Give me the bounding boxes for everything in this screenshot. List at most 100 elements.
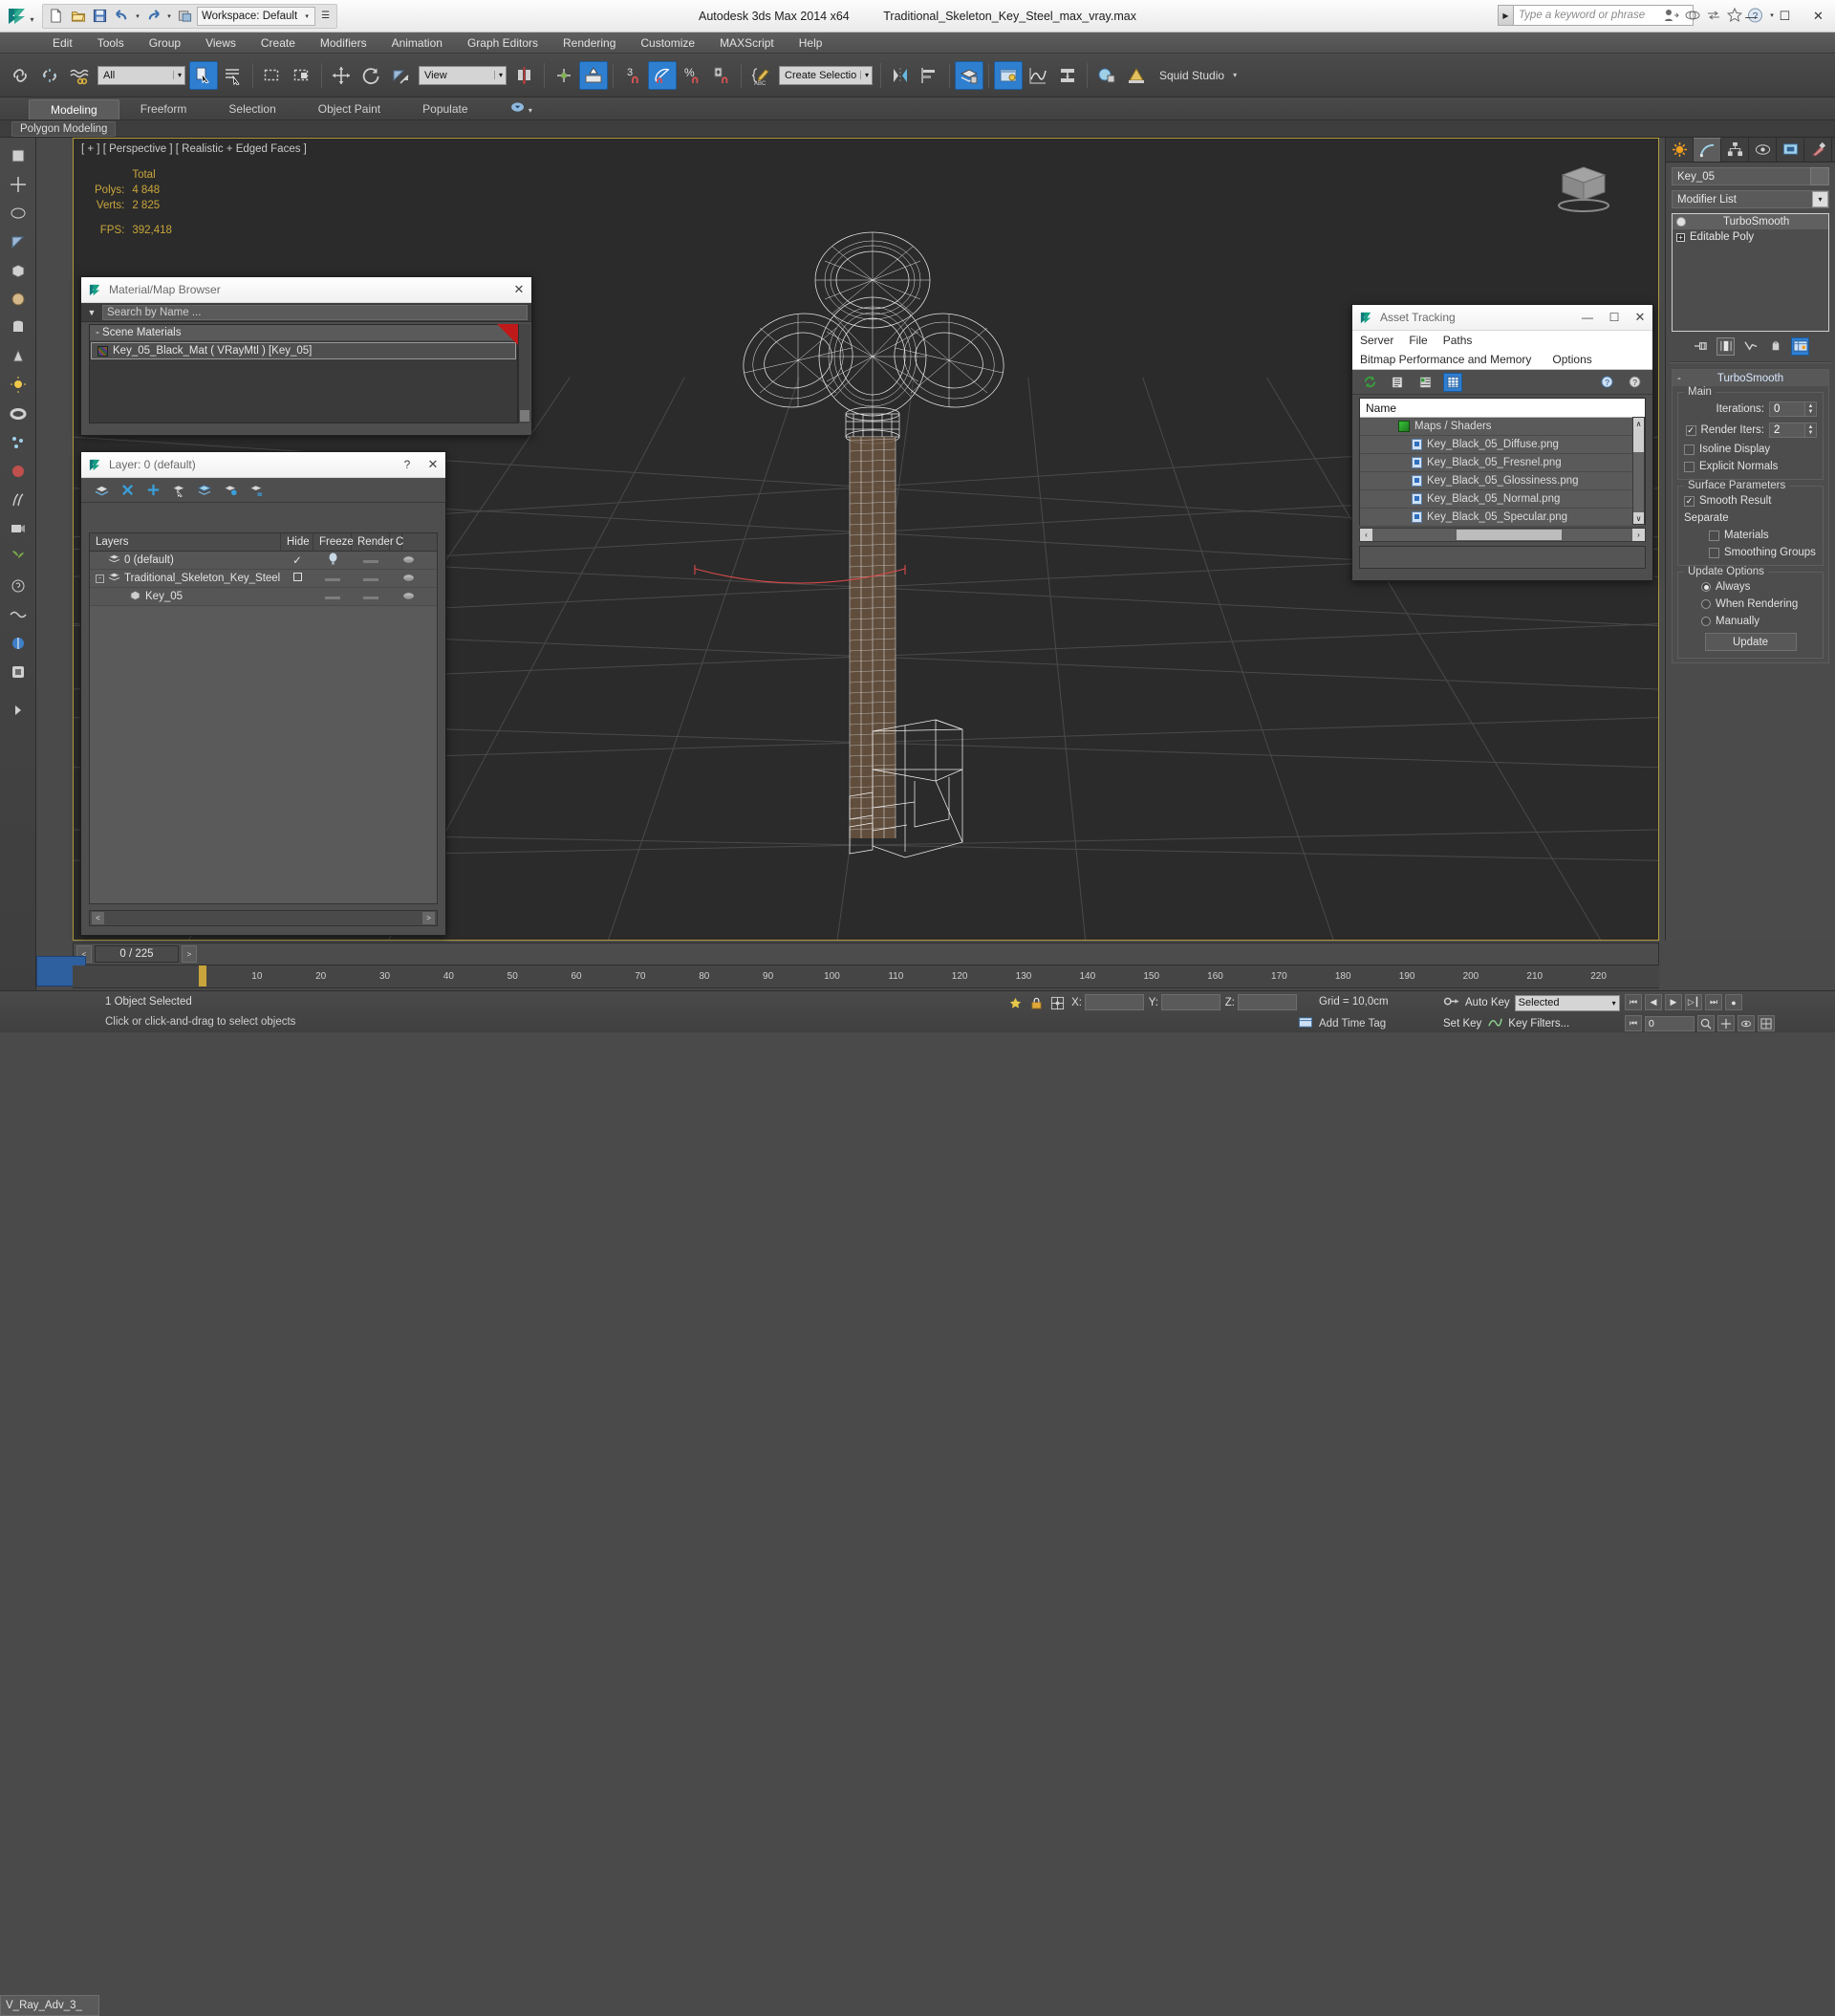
iterations-spinner[interactable]: 0 ▲ ▼ — [1769, 401, 1817, 417]
spacewarp-rail-icon[interactable] — [6, 602, 31, 627]
remove-modifier-icon[interactable] — [1766, 337, 1784, 356]
ribbon-tab-populate[interactable]: Populate — [401, 99, 488, 119]
material-browser-titlebar[interactable]: Material/Map Browser ✕ — [81, 277, 531, 303]
asset-list-vertical-scrollbar[interactable]: ∧ ∨ — [1632, 417, 1645, 525]
select-object-icon[interactable] — [189, 60, 218, 90]
layer-row[interactable]: 0 (default) ✓ — [90, 552, 437, 570]
render-iters-value[interactable]: 2 — [1769, 423, 1805, 438]
cone-rail-icon[interactable] — [6, 344, 31, 369]
update-always-row[interactable]: Always — [1684, 581, 1817, 593]
layer-manager-icon[interactable] — [955, 60, 983, 90]
asset-row[interactable]: Key_Black_05_Diffuse.png — [1360, 436, 1645, 454]
redo-icon[interactable] — [143, 6, 163, 26]
separate-smoothing-groups-checkbox[interactable] — [1709, 547, 1719, 558]
align-icon[interactable] — [916, 61, 944, 90]
scrollbar-grip[interactable] — [520, 410, 529, 422]
layer-hide-cell[interactable] — [313, 552, 352, 569]
ribbon-overflow-icon[interactable]: ▾ — [489, 99, 553, 119]
update-when-rendering-radio[interactable] — [1701, 599, 1711, 609]
key-mode-toggle-button[interactable]: ● — [1725, 994, 1742, 1010]
menu-item-group[interactable]: Group — [137, 33, 193, 54]
layer-render-cell[interactable] — [390, 590, 428, 603]
menu-item-graph-editors[interactable]: Graph Editors — [455, 33, 550, 54]
modifier-stack-item-turbosmooth[interactable]: TurboSmooth — [1673, 214, 1828, 229]
undo-icon[interactable] — [112, 6, 132, 26]
tab-motion[interactable] — [1749, 138, 1777, 162]
add-time-tag-row[interactable]: Add Time Tag — [1298, 1015, 1386, 1032]
ribbon-tab-freeform[interactable]: Freeform — [119, 99, 208, 119]
bind-to-space-warp-icon[interactable] — [65, 61, 94, 90]
modifier-stack-item-editable-poly[interactable]: + Editable Poly — [1673, 229, 1828, 245]
iterations-spinner-arrows[interactable]: ▲ ▼ — [1805, 401, 1817, 417]
ribbon-tab-object-paint[interactable]: Object Paint — [297, 99, 401, 119]
tab-hierarchy[interactable] — [1721, 138, 1749, 162]
asset-menu-options[interactable]: Options — [1552, 353, 1591, 366]
particles-rail-icon[interactable] — [6, 430, 31, 455]
object-name-field[interactable]: Key_05 — [1672, 167, 1829, 185]
layer-dialog-titlebar[interactable]: Layer: 0 (default) ? ✕ — [81, 452, 445, 478]
polygon-modeling-panel-label[interactable]: Polygon Modeling — [11, 120, 117, 137]
isoline-display-row[interactable]: Isoline Display — [1684, 444, 1817, 455]
layer-column-c[interactable]: C — [390, 533, 403, 552]
rotate-rail-icon[interactable] — [6, 201, 31, 226]
layer-expand-icon[interactable]: - — [96, 574, 104, 583]
layer-column-layers[interactable]: Layers — [90, 533, 281, 552]
asset-list[interactable]: Name Maps / Shaders Key_Black_05_Diffuse.… — [1359, 398, 1646, 527]
layer-render-cell[interactable] — [390, 553, 428, 567]
material-browser-filter-icon[interactable]: ▼ — [81, 308, 102, 317]
open-file-icon[interactable] — [68, 6, 88, 26]
viewport-label[interactable]: [ + ] [ Perspective ] [ Realistic + Edge… — [81, 143, 307, 155]
update-always-radio[interactable] — [1701, 582, 1711, 592]
render-iters-spinner-arrows[interactable]: ▲ ▼ — [1805, 423, 1817, 438]
configure-modifier-sets-icon[interactable] — [1791, 336, 1809, 356]
smooth-result-checkbox[interactable]: ✓ — [1684, 495, 1695, 507]
layer-freeze-cell[interactable] — [352, 591, 390, 602]
layer-column-hide[interactable]: Hide — [281, 533, 313, 552]
asset-tracking-minimize-button[interactable]: — — [1574, 306, 1601, 330]
redo-dropdown-caret[interactable]: ▾ — [165, 12, 173, 20]
separate-materials-checkbox[interactable] — [1709, 530, 1719, 541]
update-manually-row[interactable]: Manually — [1684, 616, 1817, 627]
material-browser-search-input[interactable]: Search by Name ... — [102, 304, 528, 320]
z-field[interactable] — [1238, 994, 1297, 1010]
asset-scroll-down-arrow[interactable]: ∨ — [1633, 512, 1644, 524]
asset-tracking-dialog[interactable]: Asset Tracking — ☐ ✕ Server File Paths Bit… — [1351, 304, 1653, 581]
cylinder-rail-icon[interactable] — [6, 315, 31, 340]
menu-item-edit[interactable]: Edit — [40, 33, 85, 54]
iterations-value[interactable]: 0 — [1769, 401, 1805, 417]
maximize-viewport-icon[interactable] — [1758, 1015, 1775, 1031]
asset-row[interactable]: Key_Black_05_Normal.png — [1360, 490, 1645, 509]
help-assets-icon[interactable]: ? — [1598, 373, 1617, 392]
time-slider-handle[interactable] — [199, 965, 206, 986]
separate-materials-row[interactable]: Materials — [1684, 530, 1817, 541]
refresh-assets-icon[interactable] — [1360, 373, 1379, 392]
layer-scroll-right-arrow[interactable]: > — [422, 912, 435, 924]
project-folder-icon[interactable] — [175, 6, 195, 26]
window-minimize-button[interactable]: — — [1735, 0, 1768, 33]
asset-row[interactable]: Key_Black_05_Glossiness.png — [1360, 472, 1645, 490]
material-editor-icon[interactable] — [1092, 61, 1121, 90]
snaps-toggle-3d-icon[interactable]: 3 — [618, 61, 647, 90]
isolate-selection-icon[interactable] — [1008, 996, 1023, 1013]
previous-frame-button[interactable]: ◀ — [1645, 994, 1662, 1010]
asset-menu-paths[interactable]: Paths — [1443, 334, 1473, 347]
select-and-link-icon[interactable] — [6, 61, 34, 90]
scale-rail-icon[interactable] — [6, 229, 31, 254]
layer-row[interactable]: Key_05 — [90, 588, 437, 606]
material-browser-list[interactable]: - Scene Materials Key_05_Black_Mat ( VRa… — [89, 324, 518, 423]
dependency-view-icon[interactable] — [1415, 373, 1435, 392]
selection-lock-icon[interactable] — [1030, 996, 1043, 1013]
workspace-overflow-icon[interactable]: ☰ — [317, 11, 334, 21]
layer-column-render[interactable]: Render — [352, 533, 394, 552]
schematic-view-icon[interactable] — [1053, 61, 1082, 90]
mirror-icon[interactable] — [886, 61, 915, 90]
hide-unhide-layer-icon[interactable] — [222, 482, 239, 499]
show-end-result-icon[interactable] — [1716, 336, 1735, 356]
play-button[interactable]: ▶ — [1665, 994, 1682, 1010]
absolute-relative-toggle-icon[interactable] — [1050, 996, 1065, 1013]
layer-column-freeze[interactable]: Freeze — [313, 533, 354, 552]
asset-tracking-close-button[interactable]: ✕ — [1628, 306, 1652, 330]
percent-snap-toggle-icon[interactable]: % — [678, 61, 706, 90]
layer-current-cell[interactable] — [281, 573, 313, 584]
key-mode-icon[interactable] — [1443, 994, 1460, 1011]
